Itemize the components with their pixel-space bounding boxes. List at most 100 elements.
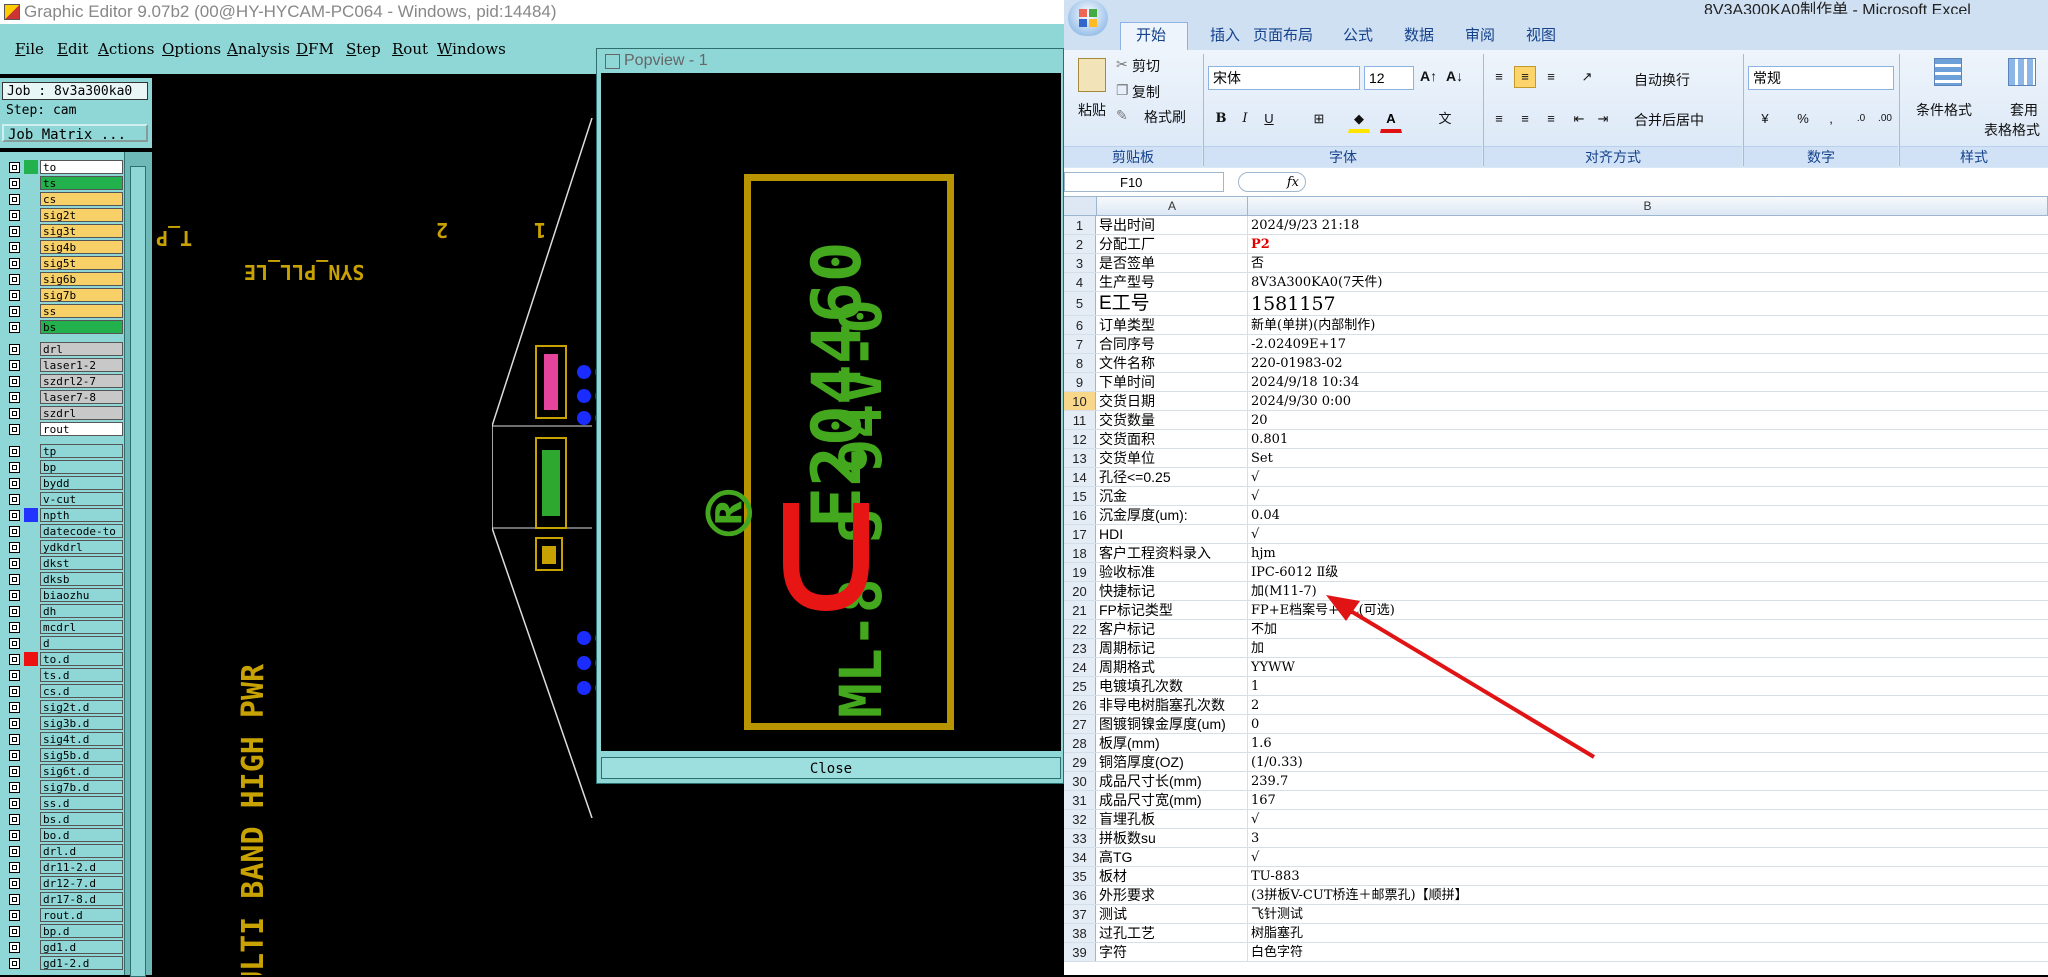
table-row[interactable]: 19 验收标准 IPC-6012 Ⅱ级 <box>1064 563 2048 582</box>
cell-a[interactable]: 高TG <box>1097 848 1248 866</box>
cell-a[interactable]: 成品尺寸宽(mm) <box>1097 791 1248 809</box>
table-row[interactable]: 9 下单时间 2024/9/18 10:34 <box>1064 373 2048 392</box>
layer-row[interactable]: drl <box>0 342 124 357</box>
align-bottom-icon[interactable]: ≡ <box>1540 66 1562 88</box>
layer-checkbox[interactable] <box>9 702 20 713</box>
conditional-format-icon[interactable] <box>1934 58 1962 86</box>
layer-row[interactable]: drl.d <box>0 844 124 859</box>
layer-row[interactable]: dh <box>0 604 124 619</box>
table-row[interactable]: 16 沉金厚度(um): 0.04 <box>1064 506 2048 525</box>
layer-name[interactable]: sig6t.d <box>40 764 123 778</box>
layer-row[interactable]: dr12-7.d <box>0 876 124 891</box>
paste-button[interactable]: 粘贴 <box>1078 100 1106 120</box>
layer-row[interactable]: datecode-to <box>0 524 124 539</box>
row-number[interactable]: 20 <box>1064 582 1096 600</box>
layer-name[interactable]: szdrl <box>40 406 123 420</box>
cell-a[interactable]: 文件名称 <box>1097 354 1248 372</box>
font-size-select[interactable]: 12 <box>1364 66 1414 90</box>
table-row[interactable]: 2 分配工厂 P2 <box>1064 235 2048 254</box>
layer-checkbox[interactable] <box>9 242 20 253</box>
layer-checkbox[interactable] <box>9 392 20 403</box>
menu-analysis[interactable]: Analysis <box>227 40 290 58</box>
tab-insert[interactable]: 插入 <box>1210 24 1240 45</box>
row-number[interactable]: 39 <box>1064 943 1096 961</box>
cell-b[interactable]: 167 <box>1248 791 2048 809</box>
layer-row[interactable]: gd1.d <box>0 940 124 955</box>
layer-name[interactable]: sig5t <box>40 256 123 270</box>
cell-a[interactable]: 图镀铜镍金厚度(um) <box>1097 715 1248 733</box>
tab-data[interactable]: 数据 <box>1404 24 1434 45</box>
row-number[interactable]: 26 <box>1064 696 1096 714</box>
grow-font-icon[interactable]: A↑ <box>1420 68 1437 84</box>
layer-row[interactable]: dr11-2.d <box>0 860 124 875</box>
row-number[interactable]: 13 <box>1064 449 1096 467</box>
layer-checkbox[interactable] <box>9 360 20 371</box>
table-row[interactable]: 13 交货单位 Set <box>1064 449 2048 468</box>
row-number[interactable]: 37 <box>1064 905 1096 923</box>
cell-a[interactable]: 快捷标记 <box>1097 582 1248 600</box>
row-number[interactable]: 34 <box>1064 848 1096 866</box>
tab-home[interactable]: 开始 <box>1136 24 1166 45</box>
cell-b[interactable]: √ <box>1248 487 2048 505</box>
layer-row[interactable]: cs <box>0 192 124 207</box>
table-row[interactable]: 5 E工号 1581157 <box>1064 292 2048 316</box>
layer-checkbox[interactable] <box>9 814 20 825</box>
table-row[interactable]: 33 拼板数su 3 <box>1064 829 2048 848</box>
row-number[interactable]: 21 <box>1064 601 1096 619</box>
cell-b[interactable]: 8V3A300KA0(7天件) <box>1248 273 2048 291</box>
layer-name[interactable]: dr12-7.d <box>40 876 123 890</box>
layer-name[interactable]: mcdrl <box>40 620 123 634</box>
menu-edit[interactable]: Edit <box>57 40 88 58</box>
layer-checkbox[interactable] <box>9 830 20 841</box>
row-number[interactable]: 24 <box>1064 658 1096 676</box>
paste-icon[interactable] <box>1078 58 1106 92</box>
layer-name[interactable]: bydd <box>40 476 123 490</box>
row-number[interactable]: 2 <box>1064 235 1096 253</box>
layer-name[interactable]: sig4b <box>40 240 123 254</box>
cell-a[interactable]: 交货面积 <box>1097 430 1248 448</box>
table-row[interactable]: 34 高TG √ <box>1064 848 2048 867</box>
row-number[interactable]: 6 <box>1064 316 1096 334</box>
layer-checkbox[interactable] <box>9 274 20 285</box>
layer-checkbox[interactable] <box>9 878 20 889</box>
row-number[interactable]: 29 <box>1064 753 1096 771</box>
worksheet-grid[interactable]: A B 1 导出时间 2024/9/23 21:18 2 分配工厂 P2 3 是否签单否 4 生产… <box>1064 197 2048 975</box>
copy-button[interactable]: 复制 <box>1132 82 1160 102</box>
cell-a[interactable]: 拼板数su <box>1097 829 1248 847</box>
cell-a[interactable]: 下单时间 <box>1097 373 1248 391</box>
layer-checkbox[interactable] <box>9 750 20 761</box>
row-number[interactable]: 3 <box>1064 254 1096 272</box>
layer-name[interactable]: to <box>40 160 123 174</box>
row-number[interactable]: 7 <box>1064 335 1096 353</box>
layer-row[interactable]: gd1-2.d <box>0 956 124 971</box>
table-row[interactable]: 6 订单类型 新单(单拼)(内部制作) <box>1064 316 2048 335</box>
layer-checkbox[interactable] <box>9 558 20 569</box>
table-row[interactable]: 12 交货面积 0.801 <box>1064 430 2048 449</box>
layer-name[interactable]: dkst <box>40 556 123 570</box>
row-number[interactable]: 27 <box>1064 715 1096 733</box>
layer-checkbox[interactable] <box>9 510 20 521</box>
layer-checkbox[interactable] <box>9 862 20 873</box>
cell-a[interactable]: 孔径<=0.25 <box>1097 468 1248 486</box>
layer-checkbox[interactable] <box>9 958 20 969</box>
layer-row[interactable]: dkst <box>0 556 124 571</box>
layer-checkbox[interactable] <box>9 258 20 269</box>
comma-button[interactable]: , <box>1820 108 1842 130</box>
cell-a[interactable]: 外形要求 <box>1097 886 1248 904</box>
cell-b[interactable]: (3拼板V-CUT桥连＋邮票孔)【顺拼】 <box>1248 886 2048 904</box>
font-color-icon[interactable]: A <box>1380 108 1402 133</box>
table-row[interactable]: 10 交货日期 2024/9/30 0:00 <box>1064 392 2048 411</box>
cell-b[interactable]: 0.04 <box>1248 506 2048 524</box>
align-middle-icon[interactable]: ≡ <box>1514 66 1536 88</box>
cell-b[interactable]: 树脂塞孔 <box>1248 924 2048 942</box>
layer-name[interactable]: cs <box>40 192 123 206</box>
layer-name[interactable]: drl <box>40 342 123 356</box>
format-as-table-button[interactable]: 套用 <box>2010 100 2038 120</box>
layer-checkbox[interactable] <box>9 654 20 665</box>
row-number[interactable]: 25 <box>1064 677 1096 695</box>
layer-name[interactable]: ydkdrl <box>40 540 123 554</box>
cell-a[interactable]: 合同序号 <box>1097 335 1248 353</box>
row-number[interactable]: 19 <box>1064 563 1096 581</box>
row-number[interactable]: 22 <box>1064 620 1096 638</box>
job-matrix-button[interactable]: Job Matrix ... <box>2 124 148 143</box>
